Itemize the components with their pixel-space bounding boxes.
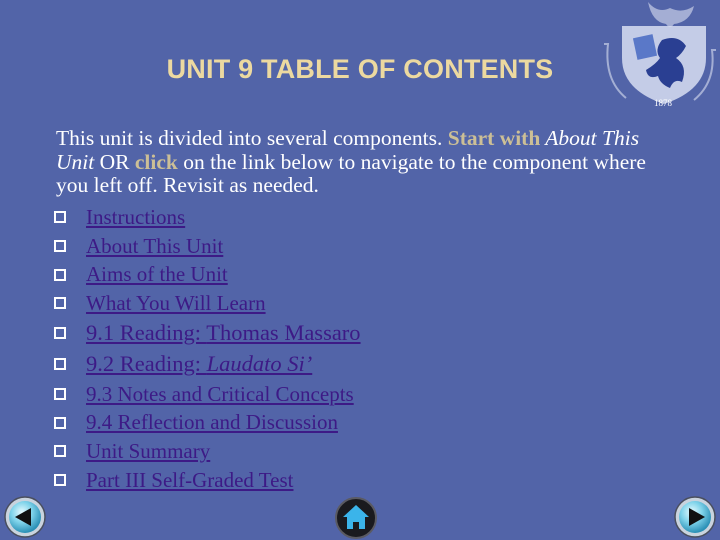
toc-item: Aims of the Unit	[54, 260, 361, 289]
toc-link-unit-summary[interactable]: Unit Summary	[86, 439, 210, 464]
checkbox-bullet-icon	[54, 211, 66, 224]
intro-highlight-start: Start with	[447, 126, 541, 150]
checkbox-bullet-icon	[54, 388, 66, 401]
toc-link-reflection-9-4[interactable]: 9.4 Reflection and Discussion	[86, 410, 338, 435]
toc-item: 9.3 Notes and Critical Concepts	[54, 380, 361, 409]
toc-item: 9.2 Reading: Laudato Si’	[54, 349, 361, 380]
checkbox-bullet-icon	[54, 474, 66, 487]
crest-year: 1878	[654, 98, 673, 108]
toc-link-about-this-unit[interactable]: About This Unit	[86, 234, 223, 259]
checkbox-bullet-icon	[54, 358, 66, 371]
checkbox-bullet-icon	[54, 297, 66, 310]
checkbox-bullet-icon	[54, 327, 66, 340]
dove-icon	[648, 2, 694, 27]
link-prefix: 9.1 Reading:	[86, 320, 207, 346]
checkbox-bullet-icon	[54, 240, 66, 253]
checkbox-bullet-icon	[54, 416, 66, 429]
toc-item: Unit Summary	[54, 437, 361, 466]
intro-paragraph: This unit is divided into several compon…	[56, 126, 676, 198]
link-main: Thomas Massaro	[206, 320, 361, 346]
toc-link-self-graded-test[interactable]: Part III Self-Graded Test	[86, 468, 294, 493]
toc-item: 9.4 Reflection and Discussion	[54, 408, 361, 437]
toc-link-reading-9-1[interactable]: 9.1 Reading: Thomas Massaro	[86, 320, 361, 346]
checkbox-bullet-icon	[54, 445, 66, 458]
intro-highlight-click: click	[134, 149, 178, 174]
page-title: UNIT 9 TABLE OF CONTENTS	[166, 54, 554, 84]
checkbox-bullet-icon	[54, 268, 66, 281]
link-italic: Laudato Si’	[206, 351, 313, 377]
toc-link-notes-9-3[interactable]: 9.3 Notes and Critical Concepts	[86, 382, 354, 407]
toc-item: What You Will Learn	[54, 289, 361, 318]
toc-item: Instructions	[54, 203, 361, 232]
previous-button[interactable]	[3, 495, 47, 539]
toc-item: Part III Self-Graded Test	[54, 466, 361, 495]
toc-link-what-you-will-learn[interactable]: What You Will Learn	[86, 291, 266, 316]
toc-item: About This Unit	[54, 232, 361, 261]
home-button[interactable]	[334, 496, 378, 540]
intro-text: This unit is divided into several compon…	[56, 126, 448, 150]
link-prefix: 9.2 Reading:	[86, 351, 207, 377]
toc-link-reading-9-2[interactable]: 9.2 Reading: Laudato Si’	[86, 351, 312, 377]
next-button[interactable]	[673, 495, 717, 539]
toc-link-instructions[interactable]: Instructions	[86, 205, 185, 230]
toc-item: 9.1 Reading: Thomas Massaro	[54, 318, 361, 349]
table-of-contents: Instructions About This Unit Aims of the…	[54, 203, 361, 495]
intro-text: OR	[94, 149, 135, 174]
toc-link-aims[interactable]: Aims of the Unit	[86, 262, 228, 287]
